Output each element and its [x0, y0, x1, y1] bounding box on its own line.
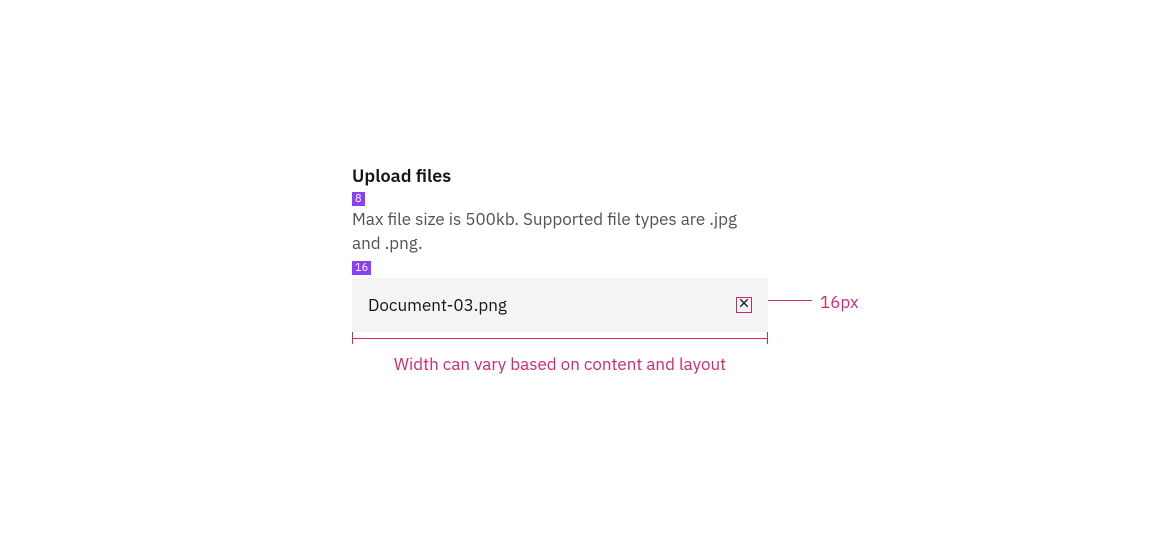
annotation-icon-size: 16px	[820, 291, 859, 313]
spacing-badge-8: 8	[352, 192, 365, 206]
file-item: Document-03.png	[352, 278, 768, 332]
upload-title: Upload files	[352, 164, 802, 187]
remove-file-button[interactable]	[736, 297, 752, 313]
spacing-badge-16: 16	[352, 261, 371, 275]
upload-description: Max file size is 500kb. Supported file t…	[352, 208, 747, 256]
annotation-width-note: Width can vary based on content and layo…	[352, 353, 768, 375]
measure-bracket	[352, 330, 768, 342]
file-name: Document-03.png	[368, 294, 507, 316]
annotation-connector-line	[768, 300, 812, 301]
close-icon	[738, 297, 750, 312]
